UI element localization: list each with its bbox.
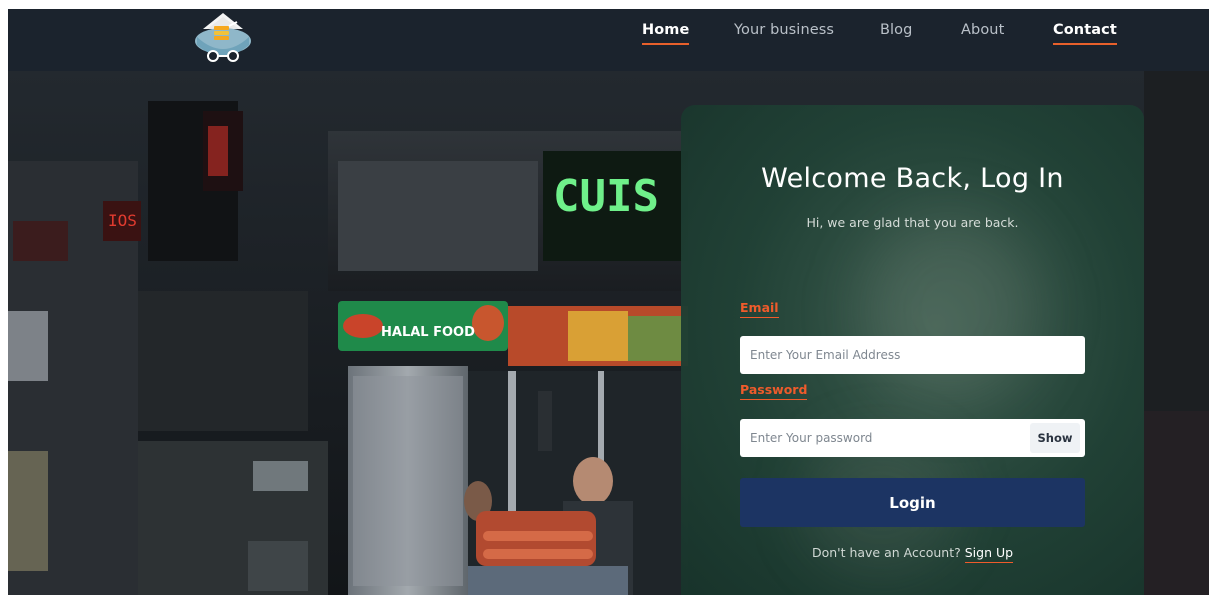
- nav-item-label: About: [961, 22, 1005, 38]
- page-frame: Home Your business Blog About Contact IO…: [8, 9, 1209, 595]
- show-password-button[interactable]: Show: [1030, 423, 1080, 453]
- email-label: Email: [740, 300, 779, 318]
- svg-text:CUIS: CUIS: [553, 171, 659, 222]
- signup-prompt: Don't have an Account? Sign Up: [681, 545, 1144, 563]
- nav-item-label: Your business: [734, 22, 835, 38]
- svg-text:HALAL FOOD: HALAL FOOD: [381, 325, 475, 340]
- nav-item-contact[interactable]: Contact: [1053, 22, 1117, 45]
- top-navigation-bar: Home Your business Blog About Contact: [8, 9, 1209, 71]
- card-glow: [861, 215, 1041, 405]
- svg-text:IOS: IOS: [108, 211, 137, 230]
- password-label: Password: [740, 382, 808, 400]
- login-title: Welcome Back, Log In: [761, 163, 1064, 194]
- nav-item-label: Blog: [880, 22, 913, 38]
- nav-item-label: Home: [642, 22, 690, 38]
- email-label-text: Email: [740, 300, 779, 315]
- active-underline: [1053, 43, 1117, 45]
- label-underline: [740, 317, 779, 318]
- label-underline: [740, 399, 808, 400]
- nav-item-your-business[interactable]: Your business: [734, 22, 834, 38]
- password-label-text: Password: [740, 382, 808, 397]
- signup-link[interactable]: Sign Up: [964, 545, 1014, 563]
- nav-item-label: Contact: [1053, 22, 1117, 38]
- email-input[interactable]: [740, 336, 1085, 374]
- nav-item-blog[interactable]: Blog: [880, 22, 912, 38]
- nav-item-about[interactable]: About: [961, 22, 1004, 38]
- login-card: Welcome Back, Log In Hi, we are glad tha…: [681, 105, 1144, 595]
- login-subtitle: Hi, we are glad that you are back.: [806, 215, 1019, 230]
- active-underline: [642, 43, 690, 45]
- login-button[interactable]: Login: [740, 478, 1085, 527]
- signup-prompt-text: Don't have an Account?: [811, 545, 961, 560]
- nav-item-home[interactable]: Home: [642, 22, 690, 45]
- main-nav: Home Your business Blog About Contact: [8, 22, 1209, 52]
